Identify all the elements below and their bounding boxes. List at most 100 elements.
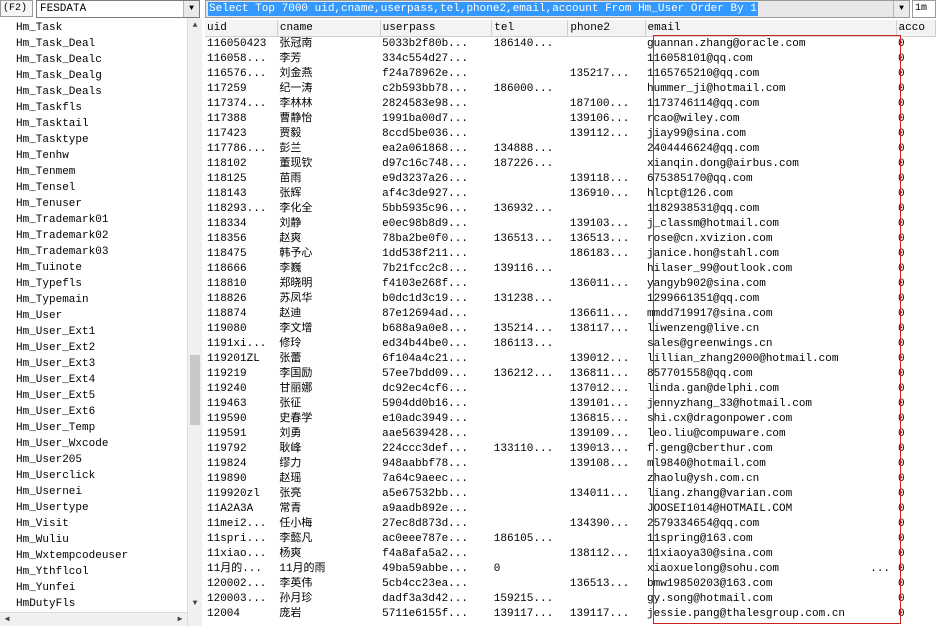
cell-phone2[interactable]: 136910... [568,187,645,202]
cell-cname[interactable]: 甘丽娜 [277,382,380,397]
cell-phone2[interactable]: 136011... [568,277,645,292]
cell-acco[interactable]: 0 [896,352,935,367]
cell-phone2[interactable]: 139108... [568,457,645,472]
cell-acco[interactable]: 0 [896,157,935,172]
cell-acco[interactable]: 0 [896,472,935,487]
cell-userpass[interactable]: 7a64c9aeec... [380,472,492,487]
cell-uid[interactable]: 116050423 [205,37,277,53]
cell-phone2[interactable]: 139117... [568,607,645,622]
cell-tel[interactable] [492,307,568,322]
cell-tel[interactable] [492,397,568,412]
column-header-userpass[interactable]: userpass [380,20,493,37]
cell-phone2[interactable] [568,37,645,53]
cell-tel[interactable] [492,217,568,232]
table-row[interactable]: 1191xi... 修玲 ed34b44be0... 186113... sales@g… [205,337,936,352]
cell-email[interactable]: jessie.pang@thalesgroup.com.cn [645,607,896,622]
cell-cname[interactable]: 彭兰 [277,142,380,157]
cell-tel[interactable] [492,127,568,142]
table-list-item[interactable]: Hm_Task_Dealg [0,68,187,84]
cell-phone2[interactable] [568,82,645,97]
cell-email[interactable]: linda.gan@delphi.com [645,382,896,397]
table-row[interactable]: 116050423 张冠南 5033b2f80b... 186140... guanna… [205,37,936,53]
table-list-item[interactable]: Hm_Taskfls [0,100,187,116]
cell-email[interactable]: yangyb902@sina.com [645,277,896,292]
cell-email[interactable]: 1165765210@qq.com [645,67,896,82]
cell-tel[interactable] [492,97,568,112]
cell-uid[interactable]: 118293... [205,202,277,217]
column-header-email[interactable]: email [645,20,897,37]
cell-cname[interactable]: 李文增 [277,322,380,337]
table-row[interactable]: 119201ZL 张蕾 6f104a4c21... 139012... lillian_… [205,352,936,367]
cell-phone2[interactable]: 139106... [568,112,645,127]
table-row[interactable]: 117388 曹静怡 1991ba00d7... 139106... rcao@wile… [205,112,936,127]
cell-phone2[interactable] [568,262,645,277]
cell-acco[interactable]: 0 [896,247,935,262]
table-list-item[interactable]: Hm_Tenuser [0,196,187,212]
table-list-item[interactable]: Hm_User_Ext1 [0,324,187,340]
cell-uid[interactable]: 117388 [205,112,277,127]
cell-phone2[interactable]: 138117... [568,322,645,337]
cell-phone2[interactable] [568,592,645,607]
cell-tel[interactable]: 187226... [492,157,568,172]
cell-email[interactable]: 1182938531@qq.com [645,202,896,217]
cell-tel[interactable] [492,187,568,202]
cell-uid[interactable]: 11A2A3A [205,502,277,517]
cell-email[interactable]: liwenzeng@live.cn [645,322,896,337]
table-row[interactable]: 120003... 孙月珍 dadf3a3d42... 159215... gy.son… [205,592,936,607]
chevron-down-icon[interactable]: ▼ [893,1,909,17]
table-list-horizontal-scrollbar[interactable]: ◀ ▶ [0,612,187,626]
cell-cname[interactable]: 张亮 [277,487,380,502]
f2-hotkey-label[interactable]: (F2) [0,0,33,17]
cell-email[interactable]: bmw19850203@163.com [645,577,896,592]
cell-userpass[interactable]: 1991ba00d7... [380,112,492,127]
cell-userpass[interactable]: f4a8afa5a2... [380,547,492,562]
cell-email[interactable]: zhaolu@ysh.com.cn [645,472,896,487]
cell-uid[interactable]: 119920zl [205,487,277,502]
cell-phone2[interactable]: 139103... [568,217,645,232]
cell-email[interactable]: mmdd719917@sina.com [645,307,896,322]
cell-acco[interactable]: 0 [896,427,935,442]
cell-acco[interactable]: 0 [896,127,935,142]
cell-userpass[interactable]: d97c16c748... [380,157,492,172]
table-list-item[interactable]: Hm_User_Ext6 [0,404,187,420]
cell-tel[interactable]: 159215... [492,592,568,607]
table-list-item[interactable]: Hm_Task_Deal [0,36,187,52]
cell-phone2[interactable]: 137012... [568,382,645,397]
cell-phone2[interactable] [568,562,645,577]
cell-tel[interactable] [492,247,568,262]
cell-phone2[interactable] [568,292,645,307]
table-list-item[interactable]: Hm_Visit [0,516,187,532]
cell-uid[interactable]: 117259 [205,82,277,97]
table-list-item[interactable]: Hm_Task [0,20,187,36]
cell-userpass[interactable]: e9d3237a26... [380,172,492,187]
cell-phone2[interactable]: 136513... [568,577,645,592]
cell-phone2[interactable]: 136815... [568,412,645,427]
cell-acco[interactable]: 0 [896,547,935,562]
cell-cname[interactable]: 李巍 [277,262,380,277]
table-row[interactable]: 118874 赵迪 87e12694ad... 136611... mmdd719917… [205,307,936,322]
cell-uid[interactable]: 118810 [205,277,277,292]
table-row[interactable]: 116576... 刘金燕 f24a78962e... 135217... 116576… [205,67,936,82]
table-list-item[interactable]: Hm_Tasktail [0,116,187,132]
scroll-right-icon[interactable]: ▶ [173,613,187,626]
cell-acco[interactable]: 0 [896,262,935,277]
table-row[interactable]: 11mei2... 任小梅 27ec8d873d... 134390... 257933… [205,517,936,532]
cell-acco[interactable]: 0 [896,367,935,382]
cell-cname[interactable]: 苏凤华 [277,292,380,307]
cell-tel[interactable] [492,382,568,397]
scroll-left-icon[interactable]: ◀ [0,613,14,626]
table-row[interactable]: 118143 张辉 af4c3de927... 136910... hlcpt@126.… [205,187,936,202]
cell-email[interactable]: ml9840@hotmail.com [645,457,896,472]
cell-uid[interactable]: 118874 [205,307,277,322]
cell-phone2[interactable]: 136811... [568,367,645,382]
column-header-uid[interactable]: uid [205,20,278,37]
cell-cname[interactable]: 孙月珍 [277,592,380,607]
cell-acco[interactable]: 0 [896,172,935,187]
table-list-item[interactable]: Hm_Userclick [0,468,187,484]
table-row[interactable]: 118475 韩予心 1dd538f211... 186183... janice.ho… [205,247,936,262]
cell-userpass[interactable]: e10adc3949... [380,412,492,427]
table-list-item[interactable]: Hm_Tenhw [0,148,187,164]
cell-userpass[interactable]: b0dc1d3c19... [380,292,492,307]
cell-uid[interactable]: 119219 [205,367,277,382]
cell-cname[interactable]: 赵瑶 [277,472,380,487]
